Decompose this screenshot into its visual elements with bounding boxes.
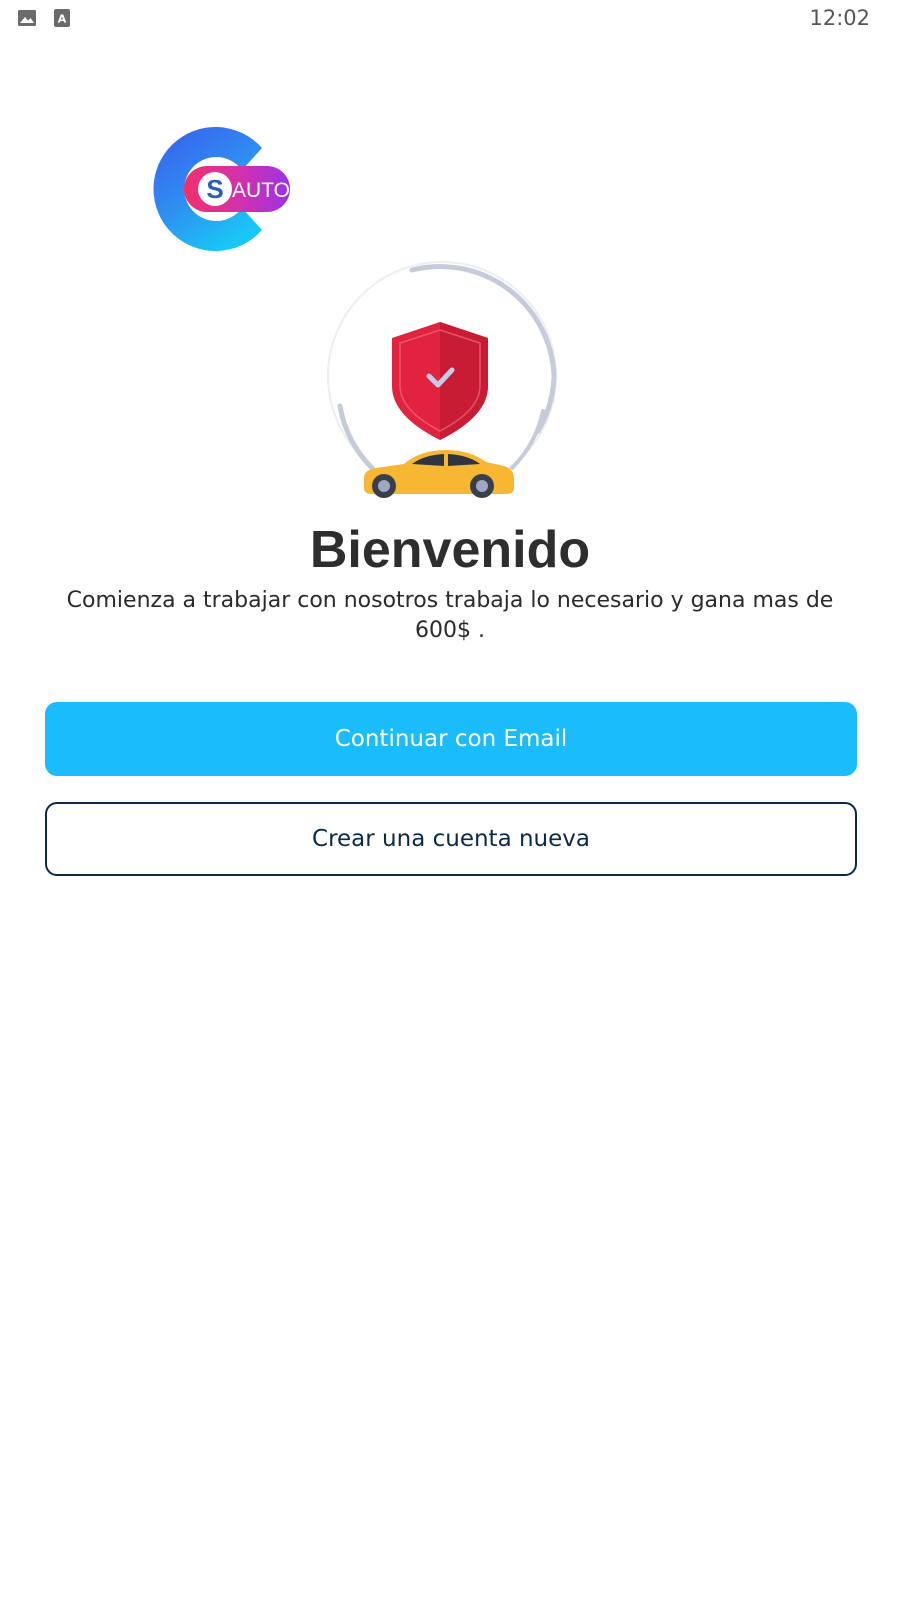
create-account-label: Crear una cuenta nueva (312, 826, 590, 852)
svg-text:A: A (58, 13, 67, 26)
image-icon (18, 10, 36, 26)
status-bar: A 12:02 (0, 0, 900, 40)
text-a-icon: A (54, 9, 70, 27)
welcome-title: Bienvenido (309, 521, 591, 579)
status-time: 12:02 (809, 6, 870, 30)
shield-car-illustration (327, 261, 557, 498)
brand-logo: S AUTO (153, 127, 290, 251)
logo-letter: S (206, 174, 223, 204)
welcome-subtitle: Comienza a trabajar con nosotros trabaja… (66, 588, 834, 643)
create-account-button[interactable]: Crear una cuenta nueva (45, 802, 857, 876)
continue-with-email-label: Continuar con Email (334, 726, 568, 752)
logo-text: AUTO (232, 179, 290, 202)
continue-with-email-button[interactable]: Continuar con Email (45, 702, 857, 776)
welcome-screen: A 12:02 S AUTO Bienvenido Comienza a tra… (0, 0, 900, 1600)
